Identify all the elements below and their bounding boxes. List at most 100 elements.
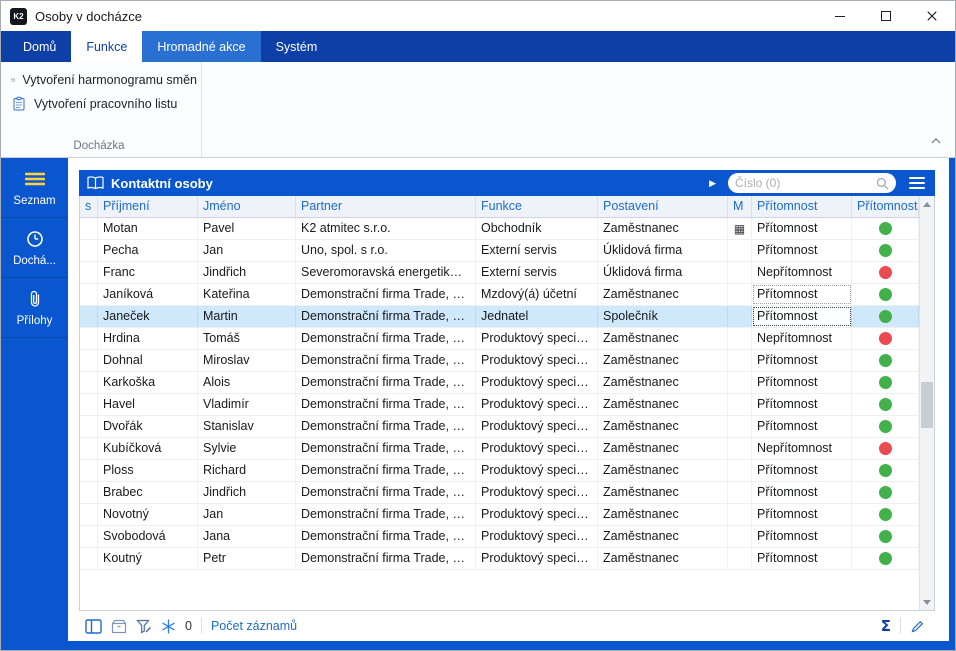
tab-hromadne-akce[interactable]: Hromadné akce	[142, 31, 261, 62]
cell-s[interactable]	[80, 482, 98, 503]
cell-partner[interactable]: Demonstrační firma Trade, …	[296, 350, 476, 371]
cell-position[interactable]: Zaměstnanec	[598, 548, 728, 569]
cell-firstname[interactable]: Pavel	[198, 218, 296, 239]
cell-m[interactable]	[728, 328, 752, 349]
action-create-shift-schedule[interactable]: Vytvoření harmonogramu směn	[7, 68, 201, 92]
cell-surname[interactable]: Kubíčková	[98, 438, 198, 459]
cell-presence[interactable]: Přítomnost	[752, 504, 852, 525]
cell-m[interactable]	[728, 394, 752, 415]
cell-s[interactable]	[80, 416, 98, 437]
cell-surname[interactable]: Koutný	[98, 548, 198, 569]
cell-surname[interactable]: Hrdina	[98, 328, 198, 349]
cell-surname[interactable]: Motan	[98, 218, 198, 239]
cell-surname[interactable]: Janíková	[98, 284, 198, 305]
cell-partner[interactable]: Demonstrační firma Trade, …	[296, 504, 476, 525]
cell-function[interactable]: Produktový speci…	[476, 438, 598, 459]
cell-presence[interactable]: Přítomnost	[752, 482, 852, 503]
table-row[interactable]: Koutný Petr Demonstrační firma Trade, … …	[80, 548, 919, 570]
table-row[interactable]: Dohnal Miroslav Demonstrační firma Trade…	[80, 350, 919, 372]
cell-function[interactable]: Produktový speci…	[476, 416, 598, 437]
cell-presence[interactable]: Přítomnost	[752, 306, 852, 327]
cell-partner[interactable]: Severomoravská energetik…	[296, 262, 476, 283]
cell-function[interactable]: Produktový speci…	[476, 504, 598, 525]
cell-function[interactable]: Produktový speci…	[476, 328, 598, 349]
cell-presence[interactable]: Nepřítomnost	[752, 438, 852, 459]
col-header-pritomnost[interactable]: Přítomnost	[752, 196, 852, 217]
cell-m[interactable]	[728, 372, 752, 393]
cell-presence[interactable]: Přítomnost	[752, 526, 852, 547]
sidebar-item-seznam[interactable]: Seznam	[1, 158, 68, 218]
cell-presence-status[interactable]	[852, 504, 919, 525]
cell-firstname[interactable]: Martin	[198, 306, 296, 327]
cell-firstname[interactable]: Jana	[198, 526, 296, 547]
table-row[interactable]: Janeček Martin Demonstrační firma Trade,…	[80, 306, 919, 328]
cell-presence[interactable]: Přítomnost	[752, 548, 852, 569]
table-row[interactable]: Havel Vladimír Demonstrační firma Trade,…	[80, 394, 919, 416]
scroll-up-button[interactable]	[920, 196, 934, 212]
cell-firstname[interactable]: Alois	[198, 372, 296, 393]
cell-surname[interactable]: Havel	[98, 394, 198, 415]
close-button[interactable]	[909, 1, 955, 31]
cell-presence-status[interactable]	[852, 328, 919, 349]
table-row[interactable]: Janíková Kateřina Demonstrační firma Tra…	[80, 284, 919, 306]
cell-partner[interactable]: K2 atmitec s.r.o.	[296, 218, 476, 239]
cell-presence-status[interactable]	[852, 306, 919, 327]
cell-position[interactable]: Zaměstnanec	[598, 504, 728, 525]
cell-presence[interactable]: Přítomnost	[752, 240, 852, 261]
cell-position[interactable]: Zaměstnanec	[598, 284, 728, 305]
cell-position[interactable]: Zaměstnanec	[598, 526, 728, 547]
cell-s[interactable]	[80, 240, 98, 261]
cell-partner[interactable]: Demonstrační firma Trade, …	[296, 438, 476, 459]
cell-position[interactable]: Zaměstnanec	[598, 372, 728, 393]
cell-surname[interactable]: Franc	[98, 262, 198, 283]
table-row[interactable]: Motan Pavel K2 atmitec s.r.o. Obchodník …	[80, 218, 919, 240]
cell-function[interactable]: Produktový speci…	[476, 548, 598, 569]
cell-partner[interactable]: Demonstrační firma Trade, …	[296, 526, 476, 547]
col-header-postaveni[interactable]: Postavení	[598, 196, 728, 217]
cell-presence-status[interactable]	[852, 372, 919, 393]
ribbon-collapse-button[interactable]	[931, 131, 941, 149]
cell-firstname[interactable]: Petr	[198, 548, 296, 569]
table-row[interactable]: Hrdina Tomáš Demonstrační firma Trade, ……	[80, 328, 919, 350]
cell-function[interactable]: Mzdový(á) účetní	[476, 284, 598, 305]
cell-partner[interactable]: Uno, spol. s r.o.	[296, 240, 476, 261]
cell-m[interactable]	[728, 482, 752, 503]
snowflake-button[interactable]	[161, 618, 176, 634]
cell-surname[interactable]: Novotný	[98, 504, 198, 525]
cell-surname[interactable]: Karkoška	[98, 372, 198, 393]
vertical-scrollbar[interactable]	[919, 196, 934, 610]
cell-presence-status[interactable]	[852, 460, 919, 481]
tab-funkce[interactable]: Funkce	[71, 31, 143, 62]
cell-function[interactable]: Externí servis	[476, 240, 598, 261]
cell-firstname[interactable]: Vladimír	[198, 394, 296, 415]
cell-presence[interactable]: Přítomnost	[752, 284, 852, 305]
cell-s[interactable]	[80, 394, 98, 415]
cell-position[interactable]: Úklidová firma	[598, 240, 728, 261]
cell-firstname[interactable]: Stanislav	[198, 416, 296, 437]
cell-presence-status[interactable]	[852, 438, 919, 459]
cell-s[interactable]	[80, 218, 98, 239]
scroll-thumb[interactable]	[921, 382, 933, 428]
cell-surname[interactable]: Dvořák	[98, 416, 198, 437]
cell-surname[interactable]: Brabec	[98, 482, 198, 503]
col-header-pritomnost-2[interactable]: Přítomnost	[852, 196, 919, 217]
table-row[interactable]: Novotný Jan Demonstrační firma Trade, … …	[80, 504, 919, 526]
cell-presence[interactable]: Nepřítomnost	[752, 328, 852, 349]
record-count-button[interactable]: Počet záznamů	[211, 619, 297, 633]
cell-position[interactable]: Zaměstnanec	[598, 394, 728, 415]
cell-presence-status[interactable]	[852, 416, 919, 437]
cell-m[interactable]	[728, 460, 752, 481]
cell-firstname[interactable]: Jindřich	[198, 262, 296, 283]
search-input[interactable]	[735, 176, 876, 190]
cell-presence[interactable]: Přítomnost	[752, 350, 852, 371]
cell-function[interactable]: Produktový speci…	[476, 372, 598, 393]
cell-partner[interactable]: Demonstrační firma Trade, …	[296, 284, 476, 305]
cell-position[interactable]: Zaměstnanec	[598, 218, 728, 239]
cell-presence-status[interactable]	[852, 350, 919, 371]
cell-s[interactable]	[80, 460, 98, 481]
table-row[interactable]: Ploss Richard Demonstrační firma Trade, …	[80, 460, 919, 482]
cell-presence-status[interactable]	[852, 240, 919, 261]
cell-firstname[interactable]: Miroslav	[198, 350, 296, 371]
cell-m[interactable]	[728, 284, 752, 305]
cell-m[interactable]	[728, 438, 752, 459]
